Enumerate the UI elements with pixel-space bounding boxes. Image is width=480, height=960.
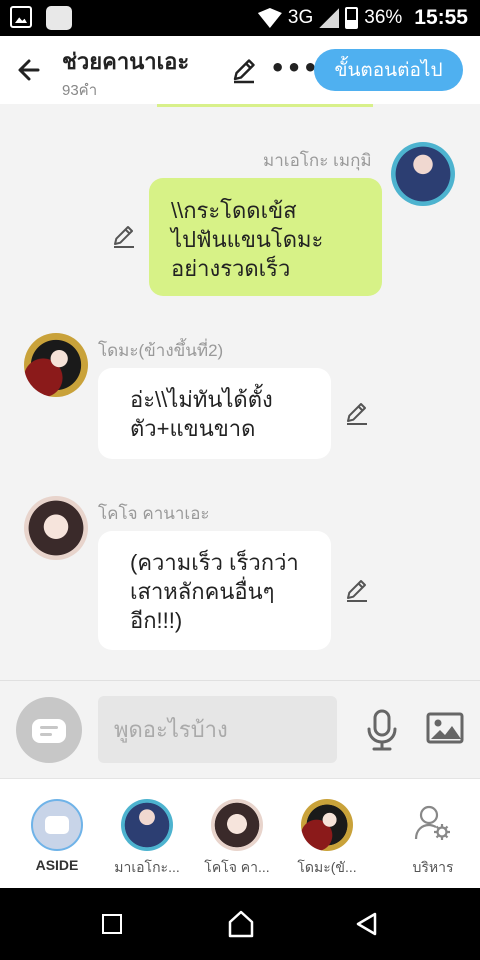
message-line: \\กระโดดเข้ส bbox=[171, 198, 297, 223]
character-maeko[interactable]: มาเอโกะ... bbox=[106, 799, 188, 879]
message-line: ตัว+แขนขาด bbox=[130, 416, 256, 441]
battery-level: 36% bbox=[364, 7, 403, 28]
manage-characters[interactable]: บริหาร bbox=[392, 799, 474, 879]
character-label: มาเอโกะ... bbox=[114, 859, 180, 875]
character-avatar bbox=[211, 799, 263, 851]
status-bar: 3G 36% 15:55 bbox=[0, 0, 480, 36]
wifi-icon bbox=[257, 8, 282, 28]
more-options-icon[interactable]: ••• bbox=[270, 54, 319, 82]
story-title: ช่วยคานาเอะ bbox=[62, 49, 190, 74]
home-icon[interactable] bbox=[228, 910, 254, 938]
character-selector: ASIDE มาเอโกะ... โคโจ คา... โดมะ(ขั... บ… bbox=[0, 778, 480, 888]
message-line: อีก!!!) bbox=[130, 608, 183, 633]
edit-title-pencil-icon[interactable] bbox=[230, 56, 258, 84]
previous-bubble-edge bbox=[157, 104, 373, 107]
clock: 15:55 bbox=[414, 6, 468, 29]
edit-message-pencil-icon[interactable] bbox=[111, 223, 137, 249]
message-bubble[interactable]: (ความเร็ว เร็วกว่า เสาหลักคนอื่นๆ อีก!!!… bbox=[98, 531, 331, 650]
message-line: อย่างรวดเร็ว bbox=[171, 256, 291, 281]
speaker-name: มาเอโกะ เมกุมิ bbox=[263, 151, 372, 170]
character-avatar bbox=[121, 799, 173, 851]
input-bar: พูดอะไรบ้าง bbox=[0, 680, 480, 778]
system-nav-bar bbox=[0, 888, 480, 960]
chat-bubble-icon bbox=[32, 719, 66, 743]
character-label: บริหาร bbox=[412, 859, 454, 875]
recent-apps-icon[interactable] bbox=[102, 914, 122, 934]
story-header: ช่วยคานาเอะ 93คำ ••• ขั้นตอนต่อไป bbox=[0, 36, 480, 104]
message-line: เสาหลักคนอื่นๆ bbox=[130, 579, 275, 604]
edit-message-pencil-icon[interactable] bbox=[344, 577, 370, 603]
character-aside[interactable]: ASIDE bbox=[16, 799, 98, 873]
avatar-kanae[interactable] bbox=[24, 496, 88, 560]
message-bubble[interactable]: \\กระโดดเข้ส ไปฟันแขนโดมะ อย่างรวดเร็ว bbox=[149, 178, 382, 296]
message-line: (ความเร็ว เร็วกว่า bbox=[130, 550, 299, 575]
speaker-name: โคโจ คานาเอะ bbox=[98, 504, 210, 523]
signal-icon bbox=[319, 8, 340, 28]
speaker-name: โดมะ(ข้างขึ้นที่2) bbox=[98, 341, 224, 360]
character-kanae[interactable]: โคโจ คา... bbox=[196, 799, 278, 879]
next-step-button[interactable]: ขั้นตอนต่อไป bbox=[314, 49, 463, 91]
message-input[interactable]: พูดอะไรบ้าง bbox=[98, 696, 337, 763]
image-icon[interactable] bbox=[426, 712, 464, 744]
word-count: 93คำ bbox=[62, 82, 98, 99]
back-triangle-icon[interactable] bbox=[355, 912, 377, 936]
character-label: โคโจ คา... bbox=[204, 859, 270, 875]
gallery-icon bbox=[10, 6, 32, 28]
avatar-doma[interactable] bbox=[24, 333, 88, 397]
character-doma[interactable]: โดมะ(ขั... bbox=[286, 799, 368, 879]
character-avatar bbox=[301, 799, 353, 851]
user-settings-icon bbox=[407, 799, 459, 851]
network-type: 3G bbox=[287, 7, 314, 28]
character-label: โดมะ(ขั... bbox=[297, 859, 357, 875]
message-bubble[interactable]: อ่ะ\\ไม่ทันได้ตั้ง ตัว+แขนขาด bbox=[98, 368, 331, 459]
microphone-icon[interactable] bbox=[362, 709, 402, 751]
chat-area[interactable]: มาเอโกะ เมกุมิ \\กระโดดเข้ส ไปฟันแขนโดมะ… bbox=[0, 104, 480, 680]
message-line: ไปฟันแขนโดมะ bbox=[171, 227, 324, 252]
battery-icon bbox=[345, 7, 359, 29]
message-line: อ่ะ\\ไม่ทันได้ตั้ง bbox=[130, 387, 273, 412]
avatar-maeko[interactable] bbox=[391, 142, 455, 206]
character-label: ASIDE bbox=[35, 857, 79, 873]
app-icon bbox=[46, 6, 72, 30]
back-arrow-icon[interactable] bbox=[16, 56, 44, 88]
aside-toggle-button[interactable] bbox=[16, 697, 82, 763]
edit-message-pencil-icon[interactable] bbox=[344, 400, 370, 426]
aside-chat-icon bbox=[31, 799, 83, 851]
